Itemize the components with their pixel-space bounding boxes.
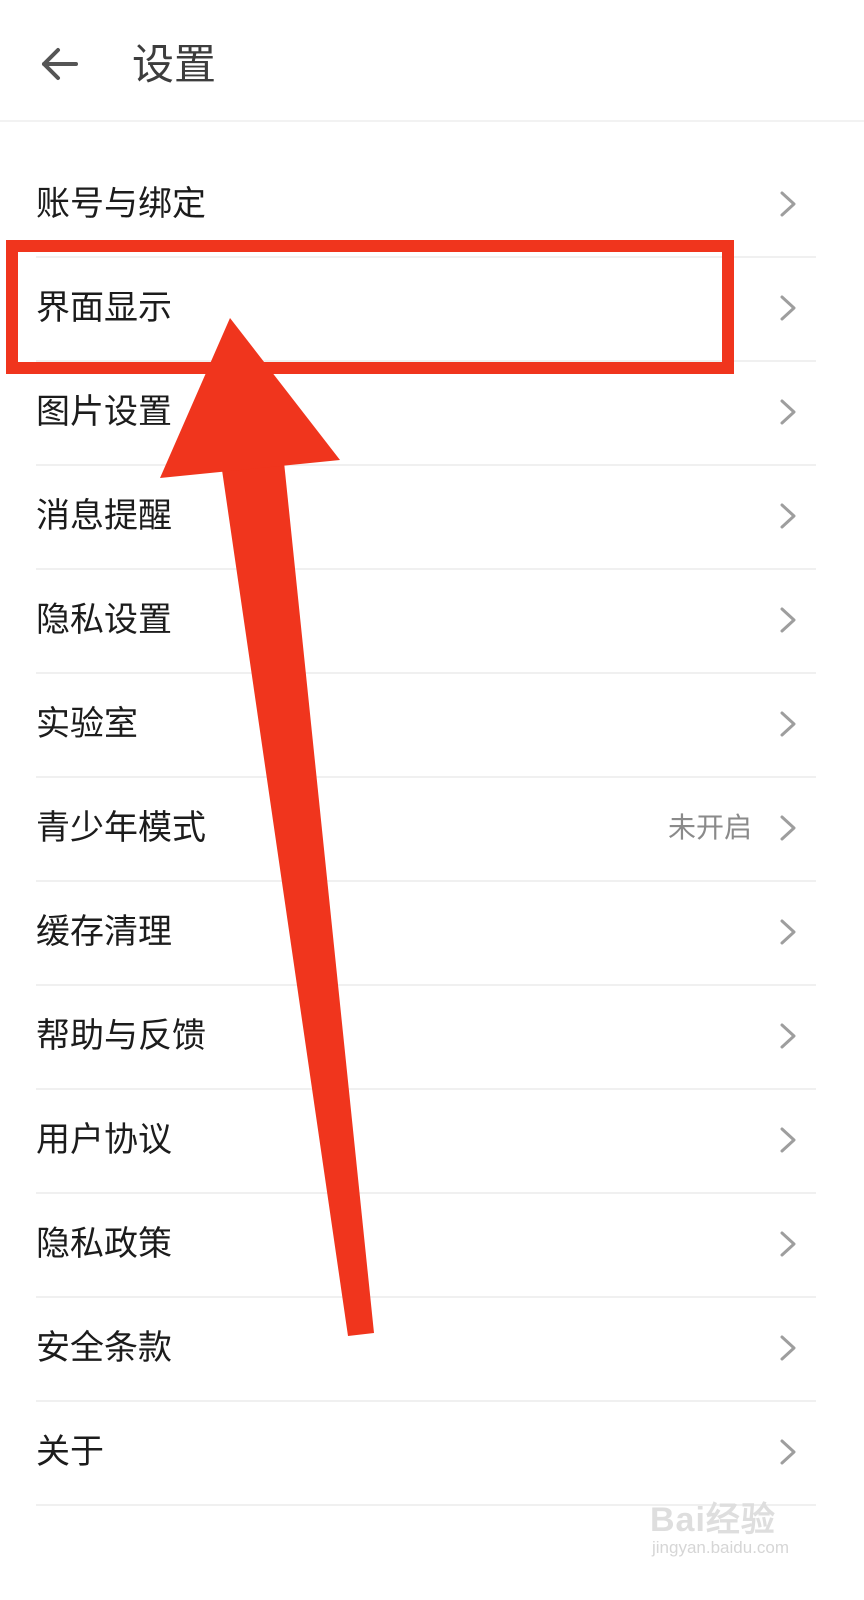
chevron-right-icon bbox=[780, 1023, 796, 1049]
settings-item-notifications[interactable]: 消息提醒 bbox=[0, 464, 864, 568]
settings-item-user-agreement[interactable]: 用户协议 bbox=[0, 1088, 864, 1192]
app-header: 设置 bbox=[0, 0, 864, 122]
watermark-url: jingyan.baidu.com bbox=[652, 1538, 790, 1557]
settings-item-label: 缓存清理 bbox=[36, 912, 172, 952]
settings-item-label: 消息提醒 bbox=[36, 496, 172, 536]
chevron-right-icon bbox=[780, 1335, 796, 1361]
settings-item-teen-mode[interactable]: 青少年模式 未开启 bbox=[0, 776, 864, 880]
settings-item-label: 账号与绑定 bbox=[36, 184, 206, 224]
settings-item-cache[interactable]: 缓存清理 bbox=[0, 880, 864, 984]
settings-item-label: 青少年模式 bbox=[36, 808, 206, 848]
settings-item-help[interactable]: 帮助与反馈 bbox=[0, 984, 864, 1088]
settings-item-security-terms[interactable]: 安全条款 bbox=[0, 1296, 864, 1400]
settings-item-label: 隐私政策 bbox=[36, 1224, 172, 1264]
settings-item-label: 图片设置 bbox=[36, 392, 172, 432]
chevron-right-icon bbox=[780, 607, 796, 633]
settings-item-lab[interactable]: 实验室 bbox=[0, 672, 864, 776]
chevron-right-icon bbox=[780, 815, 796, 841]
settings-item-label: 关于 bbox=[36, 1432, 104, 1472]
chevron-right-icon bbox=[780, 295, 796, 321]
chevron-right-icon bbox=[780, 1439, 796, 1465]
settings-item-label: 界面显示 bbox=[36, 288, 172, 328]
chevron-right-icon bbox=[780, 1231, 796, 1257]
settings-item-about[interactable]: 关于 bbox=[0, 1400, 864, 1504]
arrow-left-icon bbox=[42, 48, 78, 80]
chevron-right-icon bbox=[780, 711, 796, 737]
settings-item-privacy-policy[interactable]: 隐私政策 bbox=[0, 1192, 864, 1296]
chevron-right-icon bbox=[780, 503, 796, 529]
divider bbox=[36, 1504, 816, 1506]
chevron-right-icon bbox=[780, 919, 796, 945]
chevron-right-icon bbox=[780, 399, 796, 425]
settings-item-privacy[interactable]: 隐私设置 bbox=[0, 568, 864, 672]
settings-item-display[interactable]: 界面显示 bbox=[0, 256, 864, 360]
settings-item-label: 帮助与反馈 bbox=[36, 1016, 206, 1056]
chevron-right-icon bbox=[780, 191, 796, 217]
chevron-right-icon bbox=[780, 1127, 796, 1153]
page-title: 设置 bbox=[132, 40, 217, 89]
back-button[interactable] bbox=[34, 38, 86, 90]
settings-item-label: 用户协议 bbox=[36, 1120, 172, 1160]
settings-item-label: 安全条款 bbox=[36, 1328, 172, 1368]
settings-item-account-binding[interactable]: 账号与绑定 bbox=[0, 152, 864, 256]
settings-item-image[interactable]: 图片设置 bbox=[0, 360, 864, 464]
settings-item-label: 实验室 bbox=[36, 704, 138, 744]
teen-mode-status: 未开启 bbox=[667, 811, 752, 844]
settings-item-label: 隐私设置 bbox=[36, 600, 172, 640]
